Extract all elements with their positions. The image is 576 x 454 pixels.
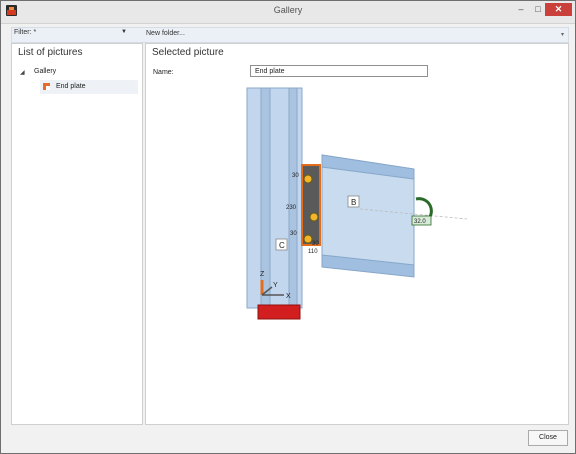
dimension-label: 30	[292, 173, 299, 179]
column-flange	[288, 87, 298, 309]
filter-label: Filter: *	[14, 29, 37, 36]
window-title: Gallery	[273, 5, 303, 15]
name-field[interactable]: End plate	[250, 65, 428, 77]
dimension-label: 110	[308, 249, 318, 255]
minimize-button[interactable]: –	[512, 3, 530, 16]
tree-item-gallery[interactable]: Gallery	[34, 68, 56, 75]
overflow-icon[interactable]: ▾	[561, 31, 564, 38]
axis-label-x: X	[286, 293, 291, 300]
bolt-icon	[303, 234, 313, 244]
dimension-label: 30	[312, 241, 319, 247]
dimension-label: 230	[286, 205, 297, 211]
axis-label-y: Y	[273, 282, 278, 289]
connection-drawing: 30 230 30 30 110 B C 32.0 Z Y X	[246, 87, 468, 320]
chevron-down-icon: ▼	[121, 29, 127, 35]
tree-item-label: End plate	[56, 83, 86, 90]
axis-label-z: Z	[260, 271, 265, 278]
title-bar: Gallery – □ ✕	[1, 1, 575, 24]
close-button[interactable]: Close	[528, 430, 568, 446]
member-label-c: C	[279, 241, 285, 250]
base-plate	[257, 304, 301, 320]
tree-expand-icon[interactable]: ◢	[20, 69, 25, 76]
bolt-icon	[303, 174, 313, 184]
tree-item-end-plate[interactable]: End plate	[40, 80, 138, 94]
new-folder-button[interactable]: New folder...	[146, 30, 185, 37]
picture-icon	[43, 83, 50, 90]
toolbar: Filter: * ▼ New folder... ▾	[11, 27, 569, 43]
name-label: Name:	[153, 69, 174, 76]
bolt-icon	[309, 212, 319, 222]
dimension-label: 30	[290, 231, 297, 237]
member-label-b: B	[351, 198, 356, 207]
close-window-button[interactable]: ✕	[545, 3, 572, 16]
filter-dropdown[interactable]: Filter: * ▼	[14, 29, 127, 39]
picture-preview: 30 230 30 30 110 B C 32.0 Z Y X	[242, 85, 472, 325]
selected-picture-panel: Selected picture Name: End plate 30 230 …	[145, 43, 569, 425]
selected-picture-title: Selected picture	[152, 47, 224, 58]
rotation-value: 32.0	[414, 219, 426, 225]
list-of-pictures-panel: List of pictures ◢ Gallery End plate	[11, 43, 143, 425]
gallery-window: Gallery – □ ✕ Filter: * ▼ New folder... …	[0, 0, 576, 454]
list-of-pictures-title: List of pictures	[18, 47, 83, 58]
